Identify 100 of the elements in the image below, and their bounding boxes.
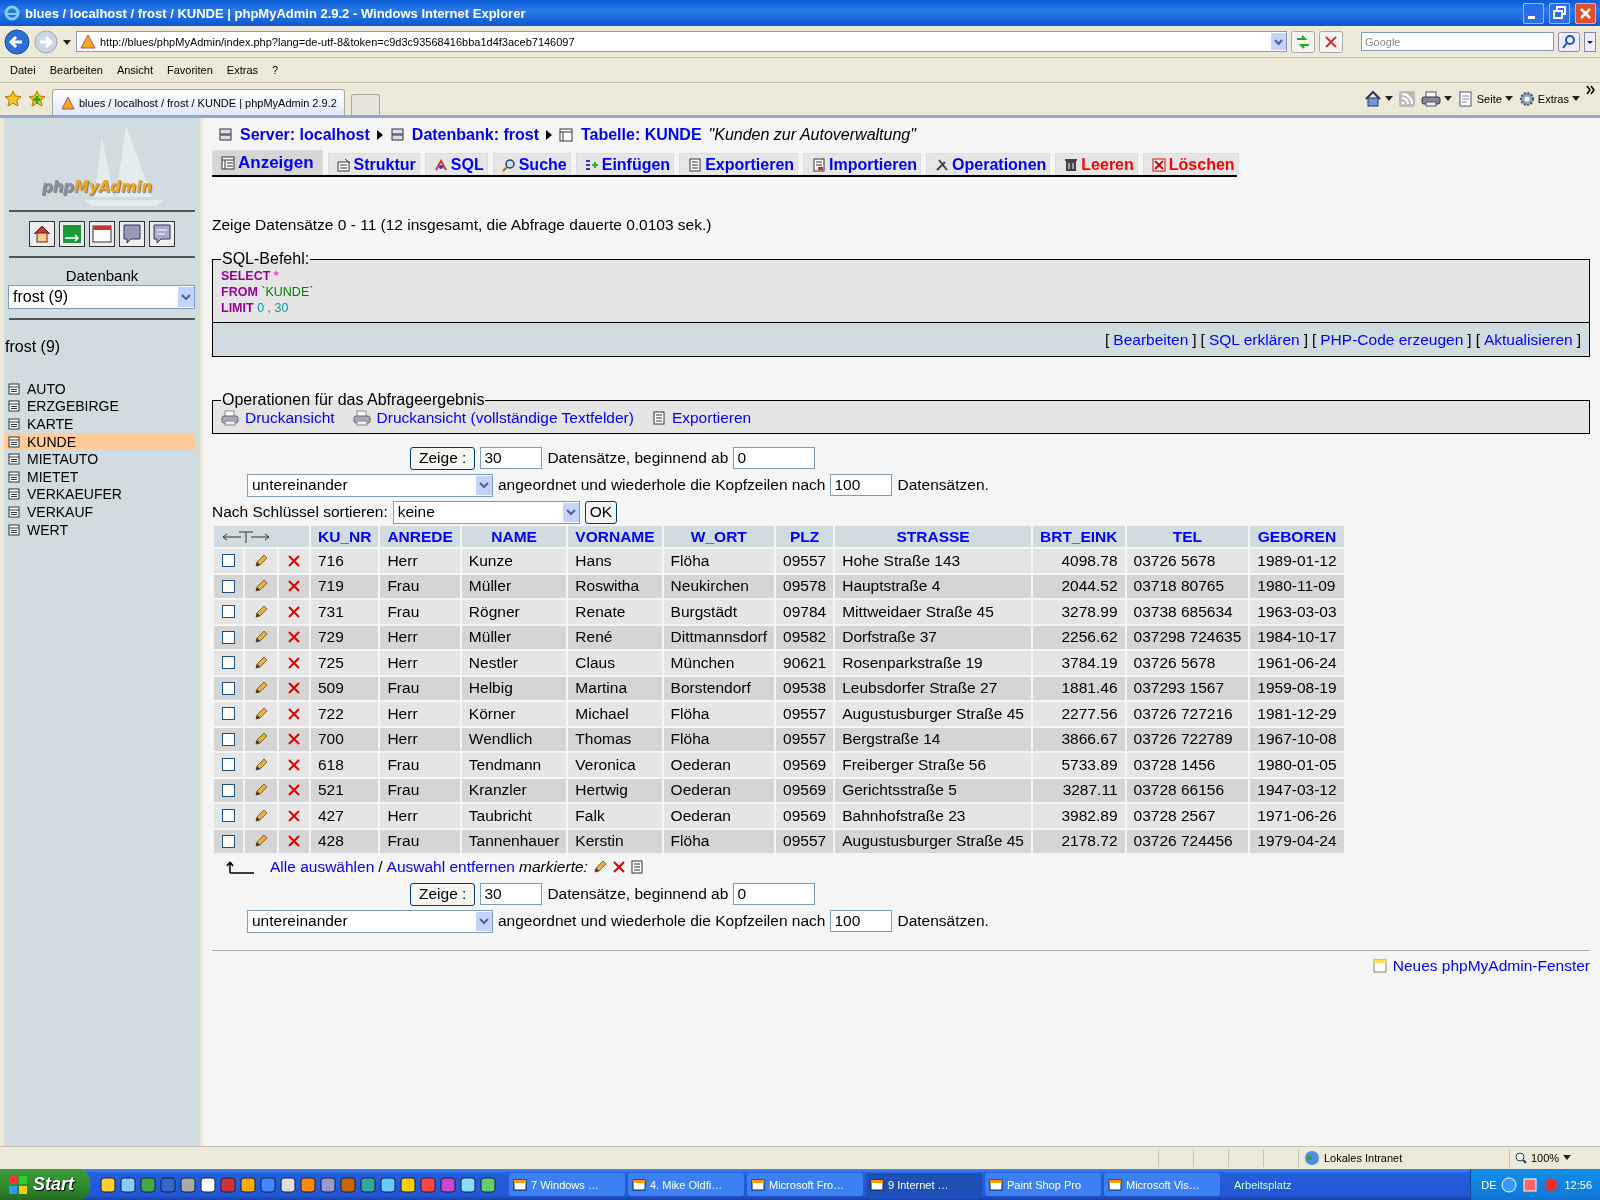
search-field[interactable]: Google	[1361, 32, 1554, 51]
minimize-button[interactable]	[1523, 2, 1544, 24]
tab[interactable]: Importieren	[803, 153, 922, 175]
pencil-icon[interactable]	[253, 680, 269, 697]
cross-icon[interactable]	[611, 860, 626, 874]
caret-icon[interactable]	[1584, 31, 1596, 52]
caret-icon[interactable]	[1384, 96, 1393, 102]
tab[interactable]: Struktur	[327, 153, 420, 175]
chevron-icon[interactable]	[1586, 85, 1596, 95]
home-icon[interactable]	[1363, 90, 1382, 108]
tray-icon[interactable]	[1501, 1176, 1518, 1193]
show-button[interactable]: Zeige :	[410, 882, 476, 906]
taskbar-button[interactable]: 7 Windows …	[509, 1173, 625, 1196]
sql-link[interactable]: Aktualisieren	[1483, 330, 1573, 349]
database-dropdown[interactable]: frost (9)	[8, 285, 195, 309]
row-checkbox[interactable]	[222, 630, 235, 644]
app-icon[interactable]	[240, 1176, 256, 1193]
app-icon[interactable]	[180, 1176, 196, 1193]
taskbar-button[interactable]: 9 Internet …	[866, 1173, 982, 1196]
sidebar-item[interactable]: VERKAUF	[4, 503, 195, 521]
menu-item[interactable]: Ansicht	[109, 62, 160, 78]
app-icon[interactable]	[100, 1176, 116, 1193]
stop-button[interactable]	[1319, 30, 1343, 53]
app-icon[interactable]	[320, 1176, 336, 1193]
start-button[interactable]: Start	[0, 1169, 90, 1200]
sidebar-item[interactable]: MIETET	[4, 467, 195, 486]
pencil-icon[interactable]	[253, 833, 269, 850]
cross-icon[interactable]	[287, 553, 301, 568]
language-indicator[interactable]: DE	[1481, 1178, 1497, 1191]
deselect-link[interactable]: Auswahl entfernen	[386, 858, 515, 876]
sidebar-item[interactable]: ERZGEBIRGE	[4, 397, 195, 416]
database-heading[interactable]: frost (9)	[4, 338, 61, 356]
pencil-icon[interactable]	[253, 705, 269, 722]
row-checkbox[interactable]	[222, 681, 235, 695]
breadcrumb-link[interactable]: Datenbank: frost	[389, 126, 539, 144]
app-icon[interactable]	[380, 1176, 396, 1193]
menu-item[interactable]: Bearbeiten	[42, 62, 110, 78]
cross-icon[interactable]	[287, 757, 301, 772]
row-checkbox[interactable]	[222, 834, 235, 848]
row-checkbox[interactable]	[222, 656, 235, 670]
cross-icon[interactable]	[287, 783, 301, 798]
star-icon[interactable]	[4, 90, 22, 108]
refresh-button[interactable]	[1291, 30, 1315, 53]
tab[interactable]: Operationen	[926, 153, 1051, 175]
tray-icon[interactable]	[1522, 1176, 1539, 1193]
cross-icon[interactable]	[287, 706, 301, 721]
operation-link[interactable]: Exportieren	[651, 409, 752, 427]
tab[interactable]: Suche	[492, 153, 571, 175]
input-field[interactable]: 100	[830, 910, 893, 932]
menu-item[interactable]: Favoriten	[160, 62, 220, 78]
row-checkbox[interactable]	[222, 783, 235, 797]
sidebar-item[interactable]: MIETAUTO	[4, 450, 195, 468]
show-button[interactable]: Zeige :	[410, 446, 476, 470]
app-icon[interactable]	[480, 1176, 496, 1193]
row-checkbox[interactable]	[222, 758, 235, 772]
sidebar-item[interactable]: WERT	[4, 520, 195, 539]
input-field[interactable]: 0	[733, 883, 816, 905]
pencil-icon[interactable]	[253, 578, 269, 595]
input-field[interactable]: 100	[830, 474, 893, 496]
zoom-menu[interactable]: 100%	[1515, 1152, 1560, 1164]
pencil-icon[interactable]	[253, 552, 269, 569]
input-field[interactable]: 0	[733, 447, 816, 469]
input-field[interactable]: 30	[480, 883, 543, 905]
home-button[interactable]	[29, 221, 55, 247]
toolbar-menu[interactable]: Seite	[1457, 91, 1513, 107]
pencil-icon[interactable]	[253, 756, 269, 773]
back-button[interactable]	[4, 28, 30, 55]
add-favorite-icon[interactable]	[28, 90, 46, 108]
breadcrumb-link[interactable]: Tabelle: KUNDE	[558, 126, 702, 144]
new-window-link[interactable]: Neues phpMyAdmin-Fenster	[1372, 957, 1590, 975]
app-icon[interactable]	[400, 1176, 416, 1193]
pencil-icon[interactable]	[253, 629, 269, 646]
pencil-icon[interactable]	[253, 807, 269, 824]
restore-button[interactable]	[1549, 2, 1570, 24]
row-checkbox[interactable]	[222, 579, 235, 593]
pencil-icon[interactable]	[253, 731, 269, 748]
sql-link[interactable]: SQL erklären	[1208, 330, 1300, 349]
cross-icon[interactable]	[287, 834, 301, 849]
query-window-button[interactable]	[89, 221, 115, 247]
sql-link[interactable]: PHP-Code erzeugen	[1320, 330, 1464, 349]
printer-icon[interactable]	[1420, 91, 1441, 107]
dropdown[interactable]: untereinander	[247, 909, 493, 933]
tab[interactable]: Anzeigen	[212, 150, 323, 175]
caret-icon[interactable]	[62, 37, 72, 46]
input-field[interactable]: 30	[480, 447, 543, 469]
breadcrumb-link[interactable]: Server: localhost	[218, 126, 370, 144]
taskbar-button[interactable]: Paint Shop Pro	[985, 1173, 1101, 1196]
documentation-button[interactable]	[149, 221, 175, 247]
sidebar-item[interactable]: VERKAEUFER	[4, 485, 195, 504]
taskbar-button[interactable]: 4. Mike Oldfi…	[628, 1173, 744, 1196]
taskbar-button[interactable]: Microsoft Vis…	[1104, 1173, 1220, 1196]
taskbar-button[interactable]: Microsoft Fro…	[747, 1173, 863, 1196]
close-button[interactable]	[1575, 2, 1596, 24]
pencil-icon[interactable]	[253, 782, 269, 799]
exit-button[interactable]	[59, 221, 85, 247]
search-button[interactable]	[1558, 31, 1580, 52]
operation-link[interactable]: Druckansicht (vollständige Textfelder)	[352, 409, 634, 427]
tab[interactable]: Exportieren	[679, 153, 799, 175]
ok-button[interactable]: OK	[584, 500, 618, 524]
app-icon[interactable]	[200, 1176, 216, 1193]
